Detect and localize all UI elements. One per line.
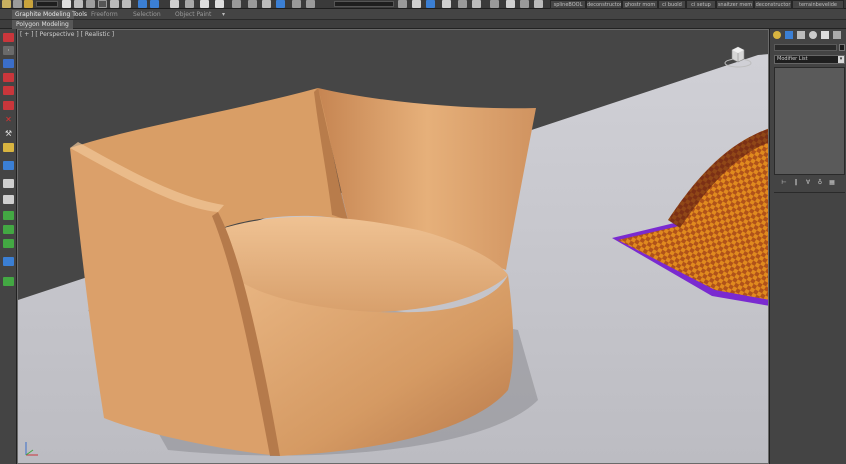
ribbon-panel-bar: Polygon Modeling [0,20,846,29]
select-by-name-icon[interactable] [74,0,83,8]
command-panel-tabs [770,29,846,41]
modify-tab-icon[interactable] [785,31,793,39]
tool-icon-3[interactable] [3,59,14,68]
undo-icon[interactable] [13,0,22,8]
script-button-2[interactable]: deconstructor [586,0,622,9]
object-color-swatch[interactable] [839,44,845,51]
hammer-icon[interactable]: ⚒ [3,129,14,138]
tool-icon-9[interactable] [3,179,14,188]
rendered-scene [18,54,768,463]
tool-icon-6[interactable] [3,101,14,110]
tool-icon-14[interactable] [3,257,14,266]
snap-toggle-icon[interactable] [170,0,179,8]
align-icon[interactable] [262,0,271,8]
edit-named-selection-icon[interactable] [232,0,241,8]
curve-editor-icon[interactable] [292,0,301,8]
toolbar-tool-3-icon[interactable] [520,0,529,8]
reference-coordinate-icon[interactable] [150,0,159,8]
tool-icon-5[interactable] [3,86,14,95]
render-setup-icon[interactable] [412,0,421,8]
modifier-list-label: Modifier List [777,56,808,62]
modifier-stack-buttons: ⊢ ‖ ∀ ♁ ▦ [774,178,845,188]
viewport-label[interactable]: [ + ] [ Perspective ] [ Realistic ] [20,31,114,38]
named-selection-set-field[interactable] [334,1,394,7]
open-file-icon[interactable] [2,0,11,8]
toolbar-tool-4-icon[interactable] [534,0,543,8]
display-tab-icon[interactable] [821,31,829,39]
motion-tab-icon[interactable] [809,31,817,39]
command-panel: Modifier List ▾ ⊢ ‖ ∀ ♁ ▦ [769,29,846,464]
configure-modifier-sets-icon[interactable]: ▦ [828,178,836,187]
show-end-result-icon[interactable]: ‖ [792,178,800,187]
tool-icon-15[interactable] [3,277,14,286]
selection-filter-field[interactable] [36,1,58,7]
material-editor-icon[interactable] [398,0,407,8]
tool-icon-13[interactable] [3,239,14,248]
hierarchy-tab-icon[interactable] [797,31,805,39]
polygon-modeling-panel[interactable]: Polygon Modeling [12,20,73,29]
modifier-list-dropdown[interactable]: Modifier List ▾ [774,55,845,64]
rotate-icon[interactable] [122,0,131,8]
chevron-down-icon[interactable]: ▾ [838,56,844,63]
script-button-4[interactable]: ci buold [658,0,686,9]
script-button-5[interactable]: ci setup [686,0,716,9]
perspective-viewport[interactable]: [ + ] [ Perspective ] [ Realistic ] [17,29,769,464]
tool-icon-4[interactable] [3,73,14,82]
schematic-view-icon[interactable] [306,0,315,8]
tab-graphite-modeling-tools[interactable]: Graphite Modeling Tools [12,10,87,19]
layer-manager-icon[interactable] [276,0,285,8]
selection-region-icon[interactable] [86,0,95,8]
script-button-3[interactable]: ghostr mom [622,0,658,9]
tool-icon-8[interactable] [3,161,14,170]
delete-icon[interactable]: ✕ [3,115,14,124]
tool-icon-7[interactable] [3,143,14,152]
rendered-frame-icon[interactable] [426,0,435,8]
3dsmax-window: splineBOOL deconstructor ghostr mom ci b… [0,0,846,464]
toolbar-tool-1-icon[interactable] [490,0,499,8]
render-production-icon[interactable] [442,0,451,8]
ribbon-tabs: Graphite Modeling Tools Freeform Selecti… [0,9,846,20]
viewcube-icon[interactable] [724,42,752,70]
axis-tripod-icon [25,442,38,456]
tool-icon-12[interactable] [3,225,14,234]
object-name-field[interactable] [774,44,837,51]
left-tool-strip: · ✕ ⚒ [0,29,17,464]
window-crossing-icon[interactable] [98,0,107,8]
pin-stack-icon[interactable]: ⊢ [780,178,788,187]
tool-icon-1[interactable] [3,33,14,42]
tab-object-paint[interactable]: Object Paint [172,10,214,19]
script-button-8[interactable]: terrainbevelide [792,0,844,9]
tool-icon-11[interactable] [3,211,14,220]
create-tab-icon[interactable] [773,31,781,39]
mirror-icon[interactable] [248,0,257,8]
script-button-1[interactable]: splineBOOL [550,0,586,9]
script-button-6[interactable]: snaitzer mem [716,0,754,9]
main-toolbar: splineBOOL deconstructor ghostr mom ci b… [0,0,846,9]
modifier-stack[interactable] [774,67,845,175]
toolbar-tool-2-icon[interactable] [506,0,515,8]
angle-snap-icon[interactable] [185,0,194,8]
scale-icon[interactable] [138,0,147,8]
script-button-7[interactable]: deconstructor [754,0,792,9]
tool-icon-10[interactable] [3,195,14,204]
rollout-divider [774,192,845,195]
ribbon-options-dropdown[interactable]: ▾ [222,10,225,19]
make-unique-icon[interactable]: ∀ [804,178,812,187]
remove-modifier-icon[interactable]: ♁ [816,178,824,187]
tab-selection[interactable]: Selection [130,10,164,19]
tool-icon-2[interactable]: · [3,46,14,55]
move-icon[interactable] [110,0,119,8]
spinner-snap-icon[interactable] [215,0,224,8]
utilities-tab-icon[interactable] [833,31,841,39]
tab-freeform[interactable]: Freeform [88,10,121,19]
select-object-icon[interactable] [62,0,71,8]
percent-snap-icon[interactable] [200,0,209,8]
link-icon[interactable] [24,0,33,8]
render-iterative-icon[interactable] [458,0,467,8]
activeshade-icon[interactable] [472,0,481,8]
